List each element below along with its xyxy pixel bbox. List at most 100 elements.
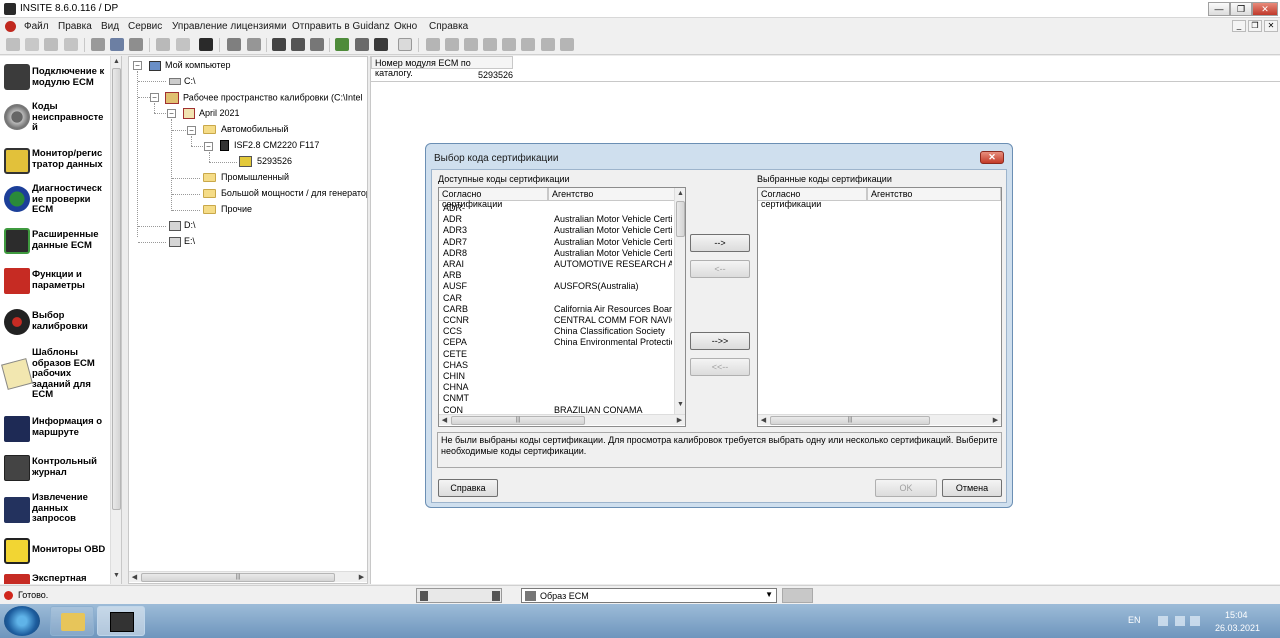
scroll-right-icon[interactable]: ▶	[356, 573, 367, 581]
expand-toggle[interactable]: −	[204, 142, 213, 151]
tree-node-industrial[interactable]: Промышленный	[221, 172, 289, 182]
clock-time[interactable]: 15:04	[1225, 610, 1248, 620]
list-item[interactable]: ADR Australian Motor Vehicle Certif.	[439, 214, 675, 225]
nav-scrollbar[interactable]: ▲ ▼	[110, 56, 121, 584]
help-button[interactable]: Справка	[438, 479, 498, 497]
tree-node-workspace[interactable]: Рабочее пространство калибровки (C:\Inte…	[165, 92, 363, 104]
selected-codes-list[interactable]: Согласно сертификации Агентство ◀ ||| ▶	[757, 187, 1002, 427]
scroll-up-icon[interactable]: ▲	[675, 190, 685, 197]
menu-file[interactable]: Файл	[24, 21, 49, 32]
add-button[interactable]: -->	[690, 234, 750, 252]
save-icon[interactable]	[310, 38, 324, 51]
log-icon[interactable]	[541, 38, 555, 51]
list-item[interactable]: ADR7 Australian Motor Vehicle Certif.	[439, 237, 675, 248]
filter-icon[interactable]	[374, 38, 388, 51]
tree-node-april-2021[interactable]: April 2021	[183, 108, 240, 120]
menu-view[interactable]: Вид	[101, 21, 119, 32]
tree-node-heavy-duty[interactable]: Большой мощности / для генератор	[221, 188, 367, 198]
tree-hscroll-thumb[interactable]: |||	[141, 573, 335, 582]
list-item[interactable]: CARB California Air Resources Board	[439, 304, 675, 315]
scroll-right-icon[interactable]: ▶	[674, 416, 685, 424]
col-agency[interactable]: Агентство	[548, 188, 675, 201]
refresh-icon[interactable]	[227, 38, 241, 51]
available-hscroll-thumb[interactable]: |||	[451, 416, 585, 425]
tree-node-drive-c[interactable]: C:\	[169, 76, 196, 86]
menu-service[interactable]: Сервис	[128, 21, 162, 32]
ecm-icon[interactable]	[44, 38, 58, 51]
available-vscrollbar[interactable]: ▲ ▼	[674, 188, 685, 414]
export-icon[interactable]	[355, 38, 369, 51]
mode-dropdown[interactable]: Образ ECM ▼	[521, 588, 777, 603]
ok-button[interactable]: OK	[875, 479, 937, 497]
connect-icon[interactable]	[6, 38, 20, 51]
list-item[interactable]: ADR8 Australian Motor Vehicle Certif.	[439, 248, 675, 259]
selected-hscroll-thumb[interactable]: |||	[770, 416, 930, 425]
clock-date[interactable]: 26.03.2021	[1215, 623, 1260, 633]
list-item[interactable]: CHNA	[439, 382, 675, 393]
mdi-minimize-button[interactable]: _	[1232, 20, 1246, 32]
tree-node-drive-d[interactable]: D:\	[169, 220, 196, 231]
list-item[interactable]: CCS China Classification Society	[439, 326, 675, 337]
explorer-taskbar-button[interactable]	[50, 606, 94, 636]
send-icon[interactable]	[272, 38, 286, 51]
list-item[interactable]: ARAI AUTOMOTIVE RESEARCH AS	[439, 259, 675, 270]
minimize-button[interactable]: —	[1208, 2, 1230, 16]
expand-toggle[interactable]: −	[150, 93, 159, 102]
menu-guidanz[interactable]: Отправить в Guidanz	[292, 21, 390, 32]
volume-icon[interactable]	[1190, 616, 1200, 626]
list-item[interactable]: ARB	[439, 270, 675, 281]
add-all-button[interactable]: -->>	[690, 332, 750, 350]
find-icon[interactable]	[199, 38, 213, 51]
close-button[interactable]: ✕	[1252, 2, 1278, 16]
paste-icon[interactable]	[129, 38, 143, 51]
available-hscrollbar[interactable]: ◀ ||| ▶	[439, 414, 685, 425]
expand-toggle[interactable]: −	[133, 61, 142, 70]
cancel-button[interactable]: Отмена	[942, 479, 1002, 497]
tray-icon[interactable]	[1158, 616, 1168, 626]
print-icon[interactable]	[156, 38, 170, 51]
list-item[interactable]: CAR	[439, 293, 675, 304]
list-item[interactable]: CCNR CENTRAL COMM FOR NAVIG	[439, 315, 675, 326]
remove-all-button[interactable]: <<--	[690, 358, 750, 376]
list-item[interactable]: CHIN	[439, 371, 675, 382]
available-codes-list[interactable]: Согласно сертификации Агентство ADR- ADR A…	[438, 187, 686, 427]
list-item[interactable]: AUSF AUSFORS(Australia)	[439, 281, 675, 292]
step-icon[interactable]	[464, 38, 478, 51]
tree-node-5293526[interactable]: 5293526	[239, 156, 292, 168]
tree-hscrollbar[interactable]: ◀ ||| ▶	[129, 571, 367, 582]
disconnect-icon[interactable]	[25, 38, 39, 51]
cut-icon[interactable]	[91, 38, 105, 51]
mdi-close-button[interactable]: ✕	[1264, 20, 1278, 32]
scroll-left-icon[interactable]: ◀	[758, 416, 769, 424]
maximize-button[interactable]: ❐	[1230, 2, 1252, 16]
insite-taskbar-button[interactable]	[97, 606, 145, 636]
chevron-down-icon[interactable]: ▼	[765, 590, 773, 599]
language-indicator[interactable]: EN	[1128, 615, 1141, 625]
settings-icon[interactable]	[560, 38, 574, 51]
tree-node-automotive[interactable]: Автомобильный	[221, 124, 288, 134]
preview-icon[interactable]	[176, 38, 190, 51]
selected-hscrollbar[interactable]: ◀ ||| ▶	[758, 414, 1001, 425]
scroll-left-icon[interactable]: ◀	[129, 573, 140, 581]
tree-node-drive-e[interactable]: E:\	[169, 236, 195, 247]
receive-icon[interactable]	[291, 38, 305, 51]
play-icon[interactable]	[445, 38, 459, 51]
remove-button[interactable]: <--	[690, 260, 750, 278]
pause-icon[interactable]	[483, 38, 497, 51]
menu-edit[interactable]: Правка	[58, 21, 92, 32]
ecm-part-number[interactable]: 5293526	[478, 70, 513, 80]
mdi-restore-button[interactable]: ❐	[1248, 20, 1262, 32]
tree-node-my-computer[interactable]: Мой компьютер	[149, 60, 231, 71]
menu-window[interactable]: Окно	[394, 21, 417, 32]
stop-icon[interactable]	[502, 38, 516, 51]
check-icon[interactable]	[335, 38, 349, 51]
scroll-down-icon[interactable]: ▼	[675, 401, 685, 408]
list-item[interactable]: CEPA China Environmental Protection	[439, 337, 675, 348]
list-item[interactable]: CNMT	[439, 393, 675, 404]
tree-node-other[interactable]: Прочие	[221, 204, 252, 214]
chart-icon[interactable]	[521, 38, 535, 51]
menu-help[interactable]: Справка	[429, 21, 468, 32]
scroll-up-icon[interactable]: ▲	[111, 58, 121, 65]
tools-icon[interactable]	[247, 38, 261, 51]
col-certification[interactable]: Согласно сертификации	[758, 188, 867, 209]
